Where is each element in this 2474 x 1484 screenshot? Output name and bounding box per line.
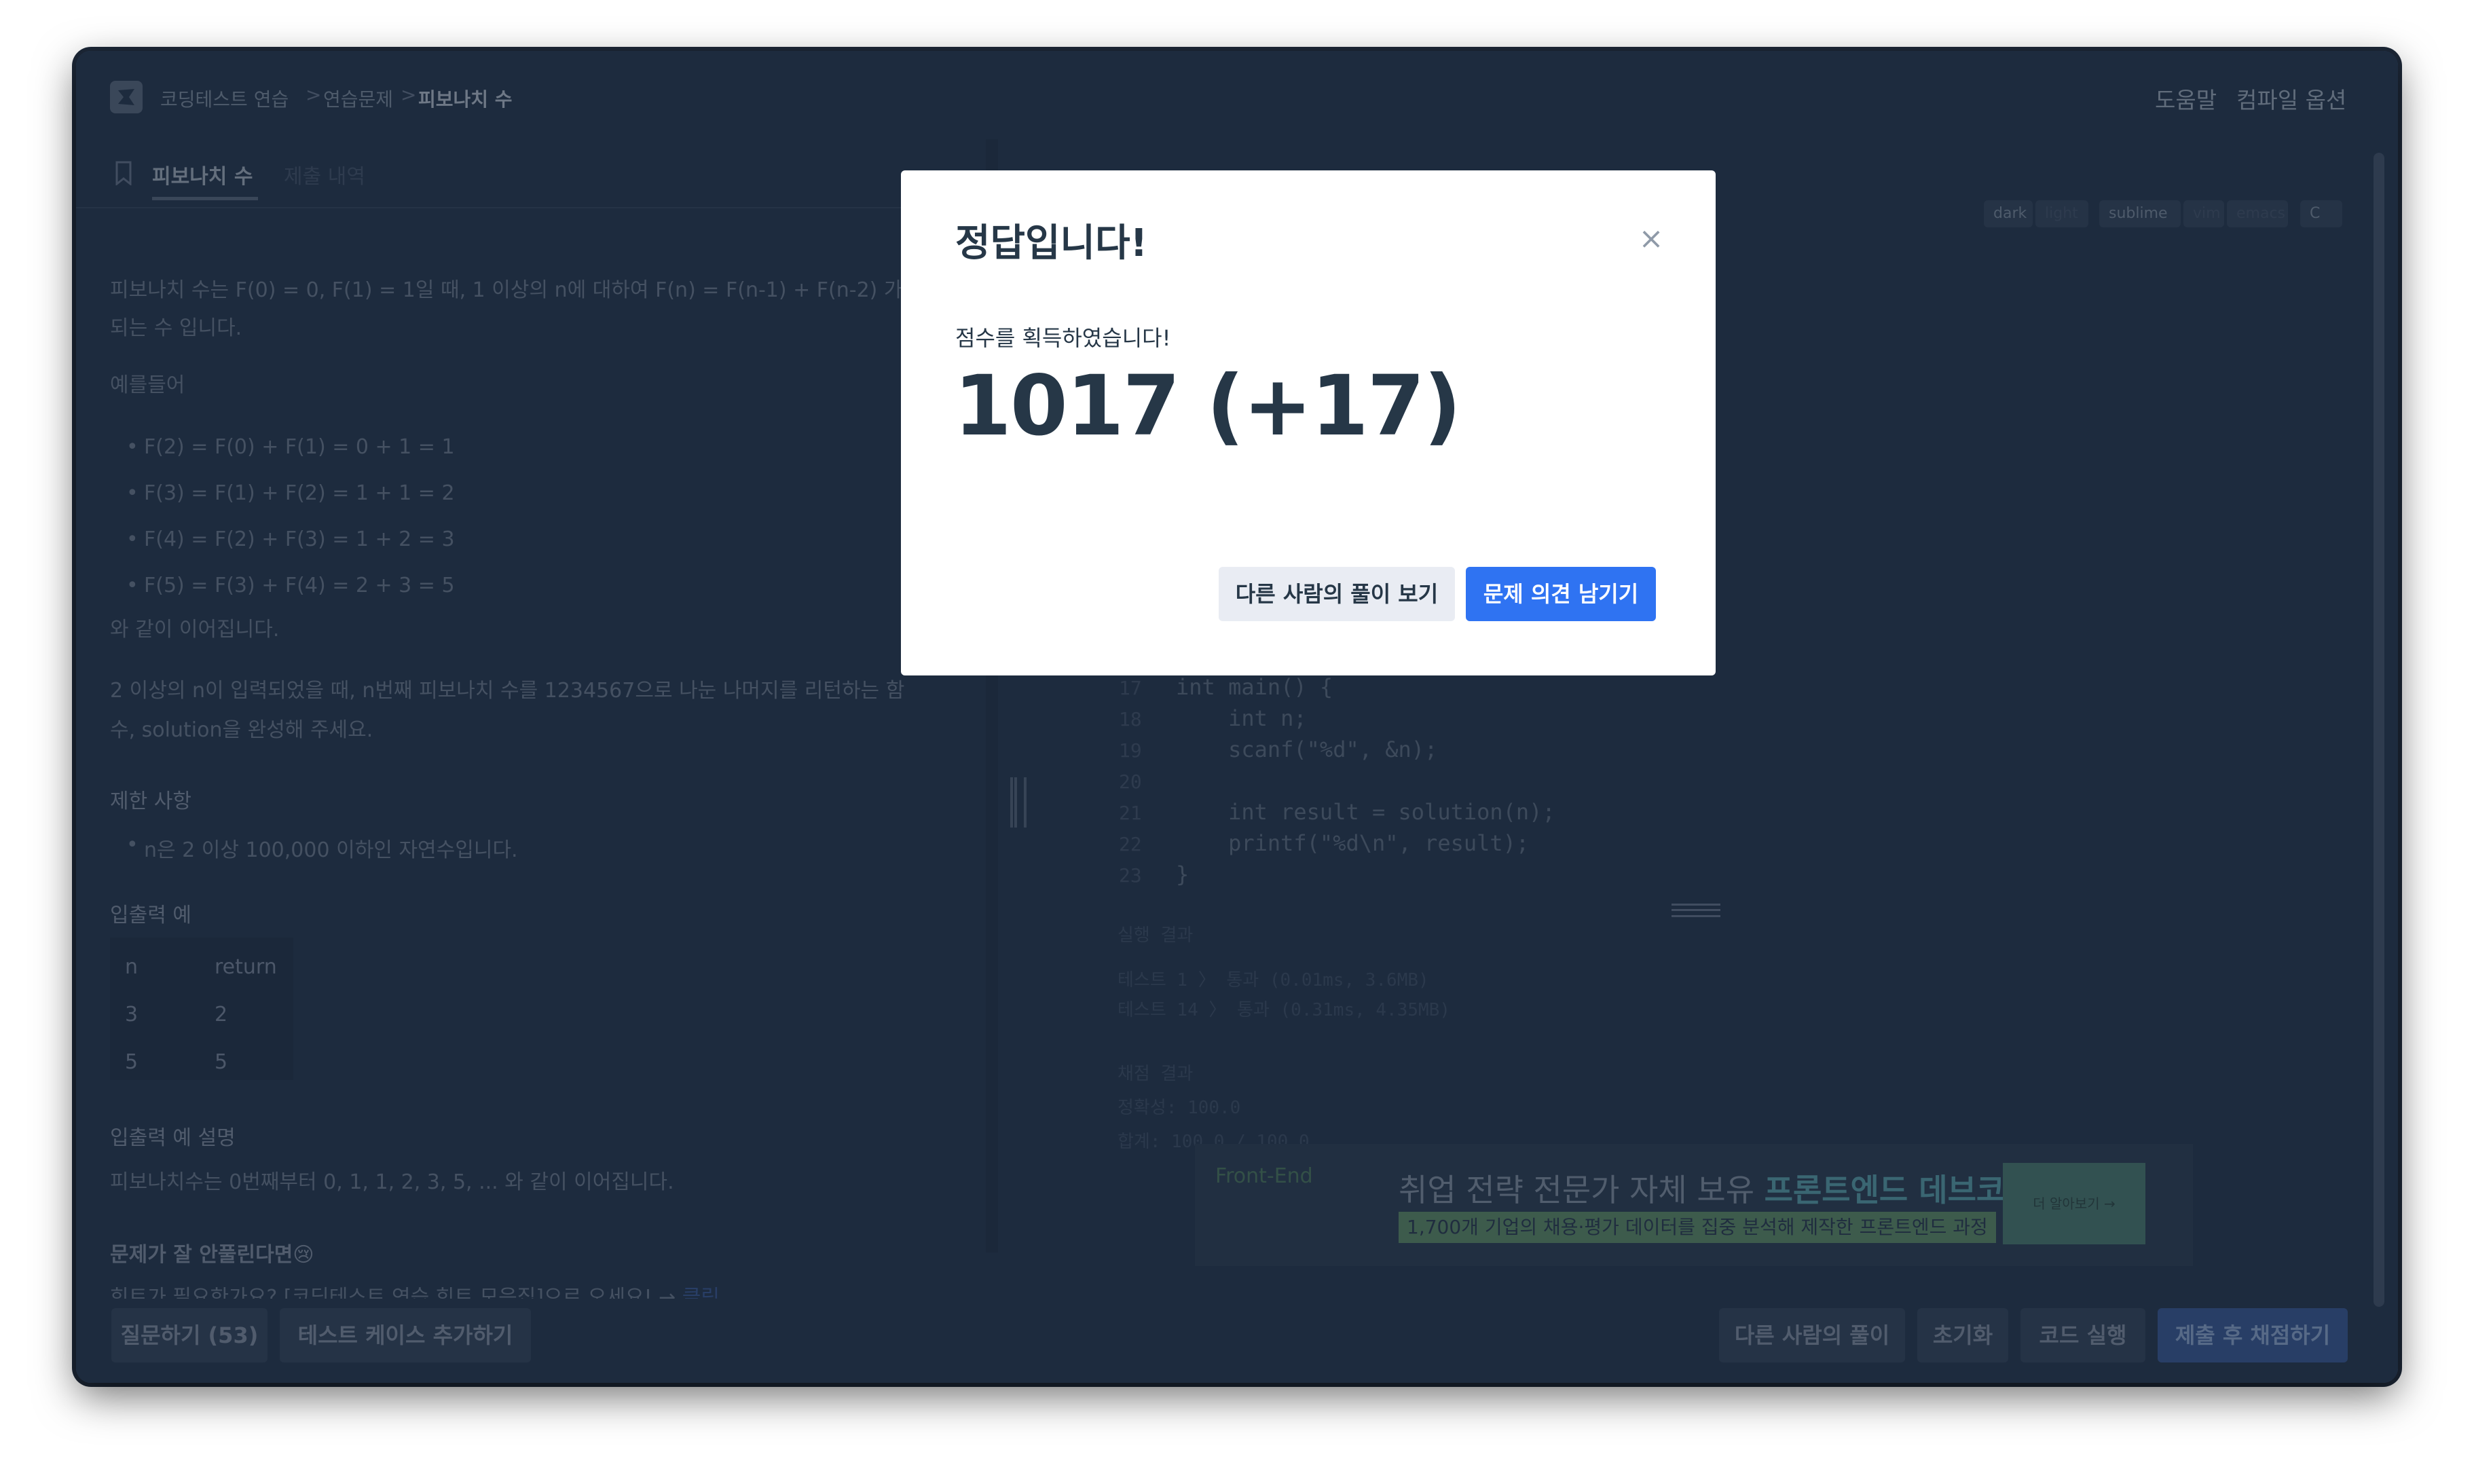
browser-window: 코딩테스트 연습 > 연습문제 > 피보나치 수 도움말 컴파일 옵션 피보나치… [76, 51, 2398, 1383]
view-others-solutions-button[interactable]: 다른 사람의 풀이 보기 [1219, 567, 1455, 621]
score-value: 1017 (+17) [954, 358, 1462, 454]
close-icon[interactable]: × [1634, 222, 1668, 256]
result-modal: 정답입니다! × 점수를 획득하였습니다! 1017 (+17) 다른 사람의 … [901, 170, 1716, 675]
modal-subtitle: 점수를 획득하였습니다! [955, 325, 1171, 351]
modal-title: 정답입니다! [955, 221, 1148, 265]
leave-feedback-button[interactable]: 문제 의견 남기기 [1466, 567, 1656, 621]
